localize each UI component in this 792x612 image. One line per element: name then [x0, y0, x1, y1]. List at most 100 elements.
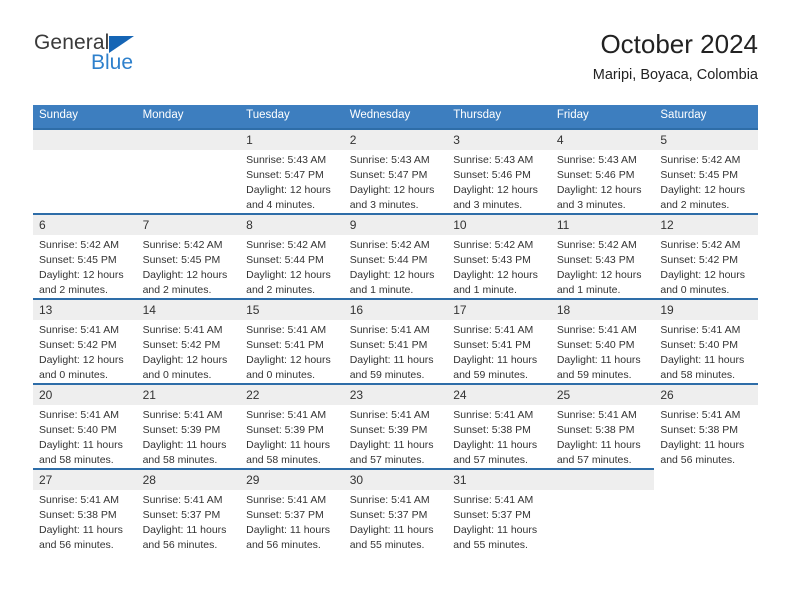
calendar-day-cell[interactable]: 17 Sunrise: 5:41 AM Sunset: 5:41 PM Dayligh…: [447, 297, 551, 384]
day-daylight1-text: Daylight: 12 hours: [349, 268, 435, 281]
day-daylight1-text: Daylight: 12 hours: [142, 353, 228, 366]
day-sun-info: Sunrise: 5:41 AM Sunset: 5:37 PM Daylight:…: [240, 490, 344, 553]
day-daylight1-text: Daylight: 12 hours: [246, 183, 331, 196]
day-daylight1-text: Daylight: 12 hours: [556, 183, 642, 196]
day-sunrise-text: Sunrise: 5:42 AM: [660, 153, 741, 166]
day-sunrise-text: Sunrise: 5:41 AM: [142, 323, 223, 336]
weekday-header-wednesday: Wednesday: [343, 105, 448, 129]
calendar-day-cell[interactable]: 7 Sunrise: 5:42 AM Sunset: 5:45 PM Daylight…: [136, 212, 241, 299]
day-daylight2-text: and 2 minutes.: [660, 198, 730, 211]
day-daylight2-text: and 2 minutes.: [39, 283, 108, 296]
calendar-day-cell[interactable]: 2 Sunrise: 5:43 AM Sunset: 5:47 PM Daylight…: [343, 127, 448, 214]
day-sun-info: Sunrise: 5:41 AM Sunset: 5:41 PM Daylight:…: [344, 320, 448, 383]
calendar-day-cell[interactable]: 20 Sunrise: 5:41 AM Sunset: 5:40 PM Dayligh…: [33, 382, 137, 469]
calendar-day-cell[interactable]: 16 Sunrise: 5:41 AM Sunset: 5:41 PM Dayligh…: [343, 297, 448, 384]
calendar-day-cell[interactable]: 11 Sunrise: 5:42 AM Sunset: 5:43 PM Dayligh…: [550, 212, 655, 299]
day-daylight1-text: Daylight: 11 hours: [453, 438, 538, 451]
day-sunrise-text: Sunrise: 5:41 AM: [39, 493, 119, 506]
day-daylight2-text: and 0 minutes.: [246, 368, 316, 381]
calendar-day-cell[interactable]: 1 Sunrise: 5:43 AM Sunset: 5:47 PM Daylight…: [240, 127, 344, 214]
day-sunset-text: Sunset: 5:37 PM: [349, 508, 428, 521]
calendar-day-cell[interactable]: 13 Sunrise: 5:41 AM Sunset: 5:42 PM Dayligh…: [33, 297, 137, 384]
calendar-header-row: Sunday Monday Tuesday Wednesday Thursday Frid…: [33, 105, 758, 129]
day-sun-info: Sunrise: 5:41 AM Sunset: 5:42 PM Daylight:…: [137, 320, 241, 383]
calendar-day-cell[interactable]: 31 Sunrise: 5:41 AM Sunset: 5:37 PM Dayligh…: [447, 467, 551, 553]
calendar-day-cell[interactable]: 14 Sunrise: 5:41 AM Sunset: 5:42 PM Dayligh…: [136, 297, 241, 384]
day-sun-info: Sunrise: 5:42 AM Sunset: 5:45 PM Daylight:…: [33, 235, 137, 298]
day-sunset-text: Sunset: 5:44 PM: [246, 253, 324, 266]
calendar-day-cell[interactable]: 18 Sunrise: 5:41 AM Sunset: 5:40 PM Dayligh…: [550, 297, 655, 384]
day-daylight1-text: Daylight: 11 hours: [246, 438, 330, 451]
day-sun-info: Sunrise: 5:42 AM Sunset: 5:43 PM Daylight:…: [551, 235, 655, 298]
day-sunrise-text: Sunrise: 5:42 AM: [246, 238, 327, 251]
day-daylight2-text: and 56 minutes.: [660, 453, 736, 466]
day-sunrise-text: Sunrise: 5:41 AM: [349, 323, 430, 336]
weekday-header-sunday: Sunday: [33, 105, 137, 129]
day-sunrise-text: Sunrise: 5:42 AM: [142, 238, 223, 251]
day-daylight1-text: Daylight: 12 hours: [349, 183, 435, 196]
calendar-day-cell[interactable]: 23 Sunrise: 5:41 AM Sunset: 5:39 PM Dayligh…: [343, 382, 448, 469]
calendar-week-row: 6 Sunrise: 5:42 AM Sunset: 5:45 PM Daylight…: [33, 212, 758, 299]
day-daylight1-text: Daylight: 12 hours: [39, 268, 124, 281]
calendar-day-cell[interactable]: 21 Sunrise: 5:41 AM Sunset: 5:39 PM Dayligh…: [136, 382, 241, 469]
day-number: 11: [550, 214, 655, 235]
day-number: 18: [550, 299, 655, 320]
day-sunset-text: Sunset: 5:41 PM: [453, 338, 531, 351]
calendar-day-cell[interactable]: 12 Sunrise: 5:42 AM Sunset: 5:42 PM Dayligh…: [654, 212, 758, 299]
day-number: 17: [447, 299, 551, 320]
calendar-day-cell[interactable]: 24 Sunrise: 5:41 AM Sunset: 5:38 PM Dayligh…: [447, 382, 551, 469]
day-daylight1-text: Daylight: 11 hours: [556, 353, 641, 366]
calendar-day-cell[interactable]: 5 Sunrise: 5:42 AM Sunset: 5:45 PM Daylight…: [654, 127, 758, 214]
day-number: [654, 469, 758, 489]
day-sunset-text: Sunset: 5:47 PM: [349, 168, 428, 181]
day-sunset-text: Sunset: 5:47 PM: [246, 168, 324, 181]
day-daylight2-text: and 58 minutes.: [142, 453, 218, 466]
day-daylight2-text: and 0 minutes.: [39, 368, 108, 381]
calendar-day-cell[interactable]: 22 Sunrise: 5:41 AM Sunset: 5:39 PM Dayligh…: [240, 382, 344, 469]
day-number: 1: [240, 129, 344, 150]
weekday-row: Sunday Monday Tuesday Wednesday Thursday Frid…: [33, 105, 758, 129]
day-daylight1-text: Daylight: 12 hours: [453, 183, 538, 196]
calendar-day-cell[interactable]: 9 Sunrise: 5:42 AM Sunset: 5:44 PM Daylight…: [343, 212, 448, 299]
day-number: 19: [654, 299, 758, 320]
day-sunset-text: Sunset: 5:37 PM: [453, 508, 531, 521]
calendar-day-cell[interactable]: 15 Sunrise: 5:41 AM Sunset: 5:41 PM Dayligh…: [240, 297, 344, 384]
calendar-day-cell[interactable]: 30 Sunrise: 5:41 AM Sunset: 5:37 PM Dayligh…: [343, 467, 448, 553]
day-sunset-text: Sunset: 5:40 PM: [660, 338, 739, 351]
day-sun-info: Sunrise: 5:42 AM Sunset: 5:43 PM Daylight:…: [447, 235, 551, 298]
day-number: 23: [343, 384, 448, 405]
calendar-day-cell[interactable]: 26 Sunrise: 5:41 AM Sunset: 5:38 PM Dayligh…: [654, 382, 758, 469]
day-sunset-text: Sunset: 5:45 PM: [39, 253, 117, 266]
day-daylight2-text: and 4 minutes.: [246, 198, 316, 211]
weekday-header-monday: Monday: [136, 105, 241, 129]
calendar-day-cell[interactable]: 8 Sunrise: 5:42 AM Sunset: 5:44 PM Daylight…: [240, 212, 344, 299]
day-sunset-text: Sunset: 5:45 PM: [142, 253, 221, 266]
calendar-day-cell[interactable]: 4 Sunrise: 5:43 AM Sunset: 5:46 PM Daylight…: [550, 127, 655, 214]
day-sun-info: Sunrise: 5:42 AM Sunset: 5:45 PM Daylight:…: [654, 150, 758, 213]
calendar-week-row: 1 Sunrise: 5:43 AM Sunset: 5:47 PM Daylight…: [33, 127, 758, 214]
day-daylight1-text: Daylight: 11 hours: [246, 523, 330, 536]
calendar-day-cell[interactable]: 6 Sunrise: 5:42 AM Sunset: 5:45 PM Daylight…: [33, 212, 137, 299]
day-number: 3: [447, 129, 551, 150]
calendar-day-cell-empty: [136, 127, 241, 214]
day-number: 22: [240, 384, 344, 405]
day-sunset-text: Sunset: 5:38 PM: [39, 508, 117, 521]
day-daylight1-text: Daylight: 12 hours: [556, 268, 642, 281]
calendar-day-cell[interactable]: 10 Sunrise: 5:42 AM Sunset: 5:43 PM Dayligh…: [447, 212, 551, 299]
day-daylight2-text: and 2 minutes.: [142, 283, 212, 296]
calendar-day-cell[interactable]: 19 Sunrise: 5:41 AM Sunset: 5:40 PM Dayligh…: [654, 297, 758, 384]
calendar-day-cell[interactable]: 3 Sunrise: 5:43 AM Sunset: 5:46 PM Daylight…: [447, 127, 551, 214]
day-sunrise-text: Sunrise: 5:41 AM: [349, 493, 430, 506]
day-number: 13: [33, 299, 137, 320]
weekday-header-tuesday: Tuesday: [240, 105, 344, 129]
calendar-day-cell[interactable]: 25 Sunrise: 5:41 AM Sunset: 5:38 PM Dayligh…: [550, 382, 655, 469]
calendar-day-cell[interactable]: 27 Sunrise: 5:41 AM Sunset: 5:38 PM Dayligh…: [33, 467, 137, 553]
calendar-day-cell[interactable]: 28 Sunrise: 5:41 AM Sunset: 5:37 PM Dayligh…: [136, 467, 241, 553]
day-number: 29: [240, 469, 344, 490]
calendar-week-row: 20 Sunrise: 5:41 AM Sunset: 5:40 PM Dayligh…: [33, 382, 758, 469]
day-daylight1-text: Daylight: 11 hours: [142, 523, 227, 536]
day-daylight1-text: Daylight: 12 hours: [660, 183, 746, 196]
day-daylight2-text: and 58 minutes.: [246, 453, 321, 466]
day-sunrise-text: Sunrise: 5:43 AM: [246, 153, 327, 166]
calendar-day-cell[interactable]: 29 Sunrise: 5:41 AM Sunset: 5:37 PM Dayligh…: [240, 467, 344, 553]
